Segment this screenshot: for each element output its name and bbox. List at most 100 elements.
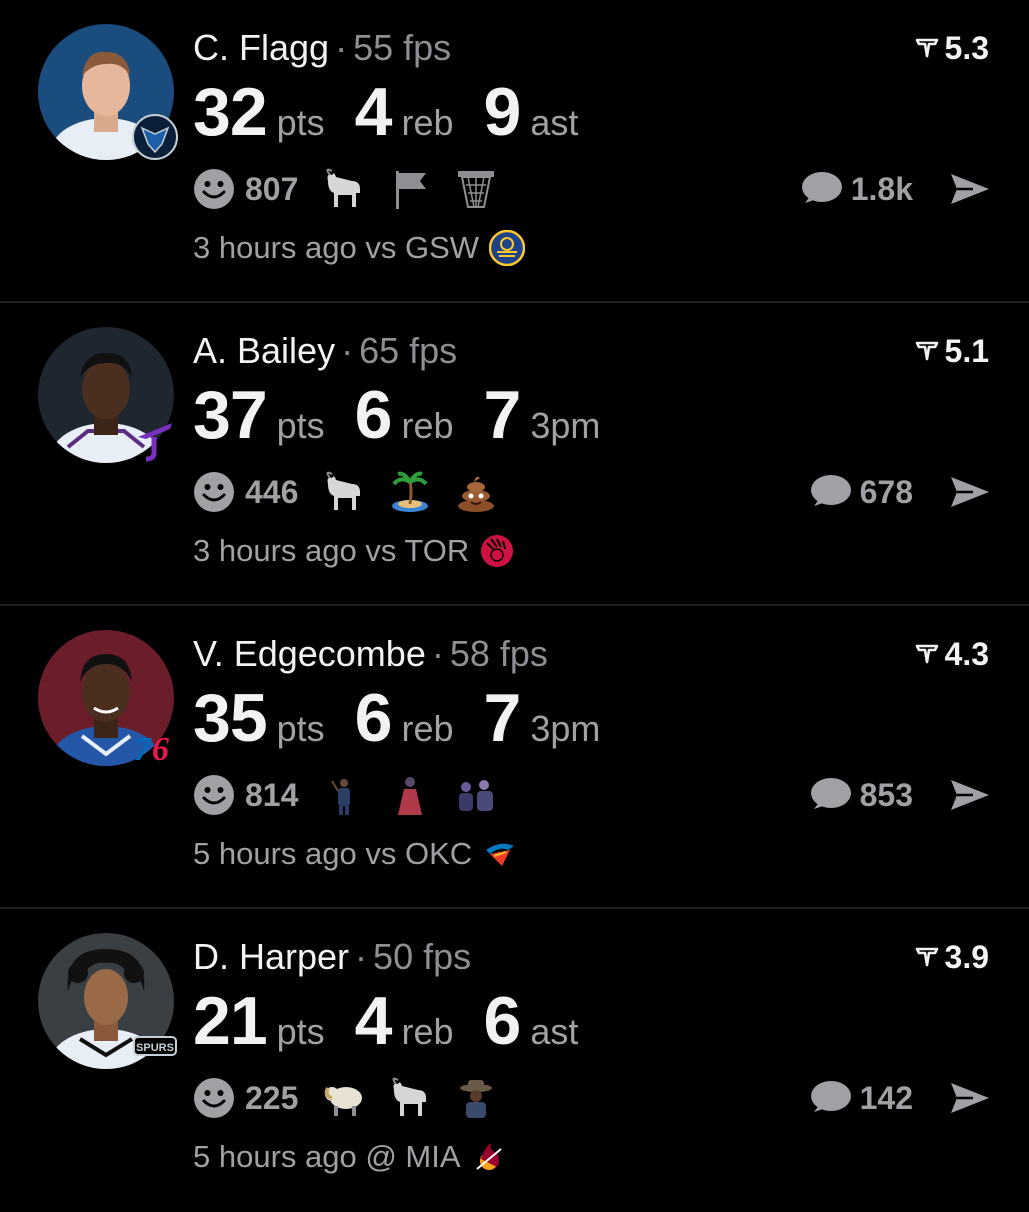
stat-label: 3pm: [530, 405, 601, 446]
goat-emoji[interactable]: [322, 470, 366, 514]
comments[interactable]: 142: [808, 1075, 913, 1121]
stat-rebounds: 6 reb: [355, 379, 454, 451]
comment-icon[interactable]: [799, 169, 843, 209]
stat-line: 37 pts 6 reb 7 3pm: [193, 379, 630, 451]
player-name[interactable]: V. Edgecombe: [193, 633, 426, 674]
stat-value: 4: [354, 983, 393, 1059]
jazz-logo: [132, 417, 178, 463]
stat-line: 21 pts 4 reb 6 ast: [193, 985, 608, 1057]
smiley-icon[interactable]: [193, 168, 235, 210]
stat-value: 37: [193, 377, 268, 453]
heat-logo: [471, 1139, 507, 1175]
rating: 3.9: [915, 937, 989, 977]
player-name[interactable]: A. Bailey: [193, 330, 335, 371]
desert-island-emoji[interactable]: [388, 470, 432, 514]
stat-assists: 6 ast: [484, 985, 579, 1057]
ram-emoji[interactable]: [322, 1076, 366, 1120]
stat-value: 7: [483, 377, 522, 453]
player-card[interactable]: 76 V. Edgecombe · 58 fps 4.3 35 pts 6 reb 73…: [0, 606, 1029, 909]
cowboy-emoji[interactable]: [454, 1076, 498, 1120]
stat-label: reb: [401, 1011, 454, 1052]
reaction-count[interactable]: 814: [245, 777, 298, 814]
separator: ·: [341, 330, 354, 371]
stat-rebounds: 4 reb: [355, 985, 454, 1057]
raptors-logo: [479, 533, 515, 569]
stat-line: 32 pts 4 reb 9 ast: [193, 76, 608, 148]
time-and-opponent: 3 hours ago vs TOR: [193, 533, 470, 568]
player-name[interactable]: D. Harper: [193, 936, 349, 977]
comment-count[interactable]: 853: [860, 777, 913, 814]
goat-emoji[interactable]: [322, 167, 366, 211]
reaction-count[interactable]: 225: [245, 1080, 298, 1117]
goat-emoji[interactable]: [388, 1076, 432, 1120]
comments[interactable]: 678: [808, 469, 913, 515]
stat-label: pts: [276, 708, 325, 749]
comment-count[interactable]: 1.8k: [851, 171, 913, 208]
smiley-icon[interactable]: [193, 471, 235, 513]
stat-value: 6: [483, 983, 522, 1059]
share-button[interactable]: [947, 166, 993, 212]
game-info[interactable]: 3 hours ago vs GSW: [193, 230, 526, 266]
reaction-count[interactable]: 446: [245, 474, 298, 511]
rating-icon: [915, 947, 938, 967]
stat-label: pts: [276, 1011, 325, 1052]
76ers-logo: 76: [132, 720, 178, 766]
player-card[interactable]: C. Flagg · 55 fps 5.3 32 pts 4 reb 9 ast 807 …: [0, 0, 1029, 303]
smiley-icon[interactable]: [193, 774, 235, 816]
comment-icon[interactable]: [808, 472, 852, 512]
flag-emoji[interactable]: [388, 167, 432, 211]
player-card[interactable]: A. Bailey · 65 fps 5.1 37 pts 6 reb 7 3pm 446…: [0, 303, 1029, 606]
comments[interactable]: 1.8k: [799, 166, 913, 212]
game-info[interactable]: 5 hours ago @ MIA: [193, 1139, 507, 1175]
comment-count[interactable]: 142: [860, 1080, 913, 1117]
share-icon: [951, 477, 989, 507]
stat-value: 35: [193, 680, 268, 756]
comment-icon[interactable]: [808, 1078, 852, 1118]
share-button[interactable]: [947, 772, 993, 818]
rating: 4.3: [915, 634, 989, 674]
stat-label: 3pm: [530, 708, 601, 749]
stat-value: 6: [354, 680, 393, 756]
stat-value: 21: [193, 983, 268, 1059]
comments[interactable]: 853: [808, 772, 913, 818]
mavericks-logo: [132, 114, 178, 160]
stat-threes: 7 3pm: [484, 379, 601, 451]
share-icon: [951, 174, 989, 204]
fps-score: 65 fps: [359, 330, 458, 371]
comment-icon[interactable]: [808, 775, 852, 815]
smiley-icon[interactable]: [193, 1077, 235, 1119]
stat-points: 32 pts: [193, 76, 325, 148]
fps-score: 55 fps: [353, 27, 452, 68]
thunder-logo: [482, 836, 518, 872]
person-dress-emoji[interactable]: [388, 773, 432, 817]
rating: 5.1: [915, 331, 989, 371]
player-card[interactable]: SPURS D. Harper · 50 fps 3.9 21 pts 4 reb 6a…: [0, 909, 1029, 1212]
stat-label: pts: [276, 405, 325, 446]
share-button[interactable]: [947, 1075, 993, 1121]
stat-value: 9: [483, 74, 522, 150]
basketball-hoop-emoji[interactable]: [454, 167, 498, 211]
player-name[interactable]: C. Flagg: [193, 27, 329, 68]
rating-value: 4.3: [944, 636, 989, 672]
stat-rebounds: 6 reb: [355, 682, 454, 754]
stat-label: ast: [530, 102, 579, 143]
stat-assists: 9 ast: [484, 76, 579, 148]
time-and-opponent: 5 hours ago vs OKC: [193, 836, 473, 871]
stat-value: 6: [354, 377, 393, 453]
fps-score: 58 fps: [449, 633, 548, 674]
reaction-count[interactable]: 807: [245, 171, 298, 208]
stat-points: 37 pts: [193, 379, 325, 451]
reactions: 446: [193, 469, 520, 515]
group-emoji[interactable]: [454, 773, 498, 817]
person-emoji[interactable]: [322, 773, 366, 817]
share-button[interactable]: [947, 469, 993, 515]
game-info[interactable]: 5 hours ago vs OKC: [193, 836, 518, 872]
reactions: 225: [193, 1075, 520, 1121]
poop-emoji[interactable]: [454, 470, 498, 514]
share-icon: [951, 780, 989, 810]
game-info[interactable]: 3 hours ago vs TOR: [193, 533, 515, 569]
comment-count[interactable]: 678: [860, 474, 913, 511]
stat-value: 4: [354, 74, 393, 150]
stat-label: reb: [401, 708, 454, 749]
stat-value: 7: [483, 680, 522, 756]
